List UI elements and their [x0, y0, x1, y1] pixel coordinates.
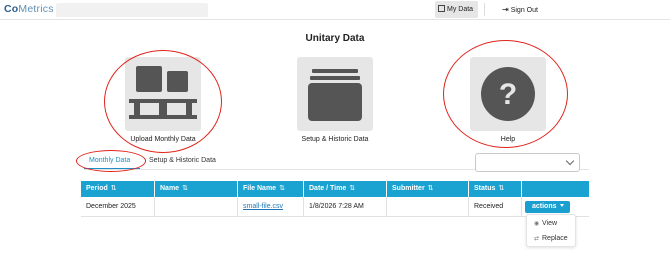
nav-divider: [484, 3, 485, 16]
highlight-ring-tab: [76, 150, 146, 172]
database-icon: [438, 5, 445, 12]
table-row: December 2025 small-file.csv 1/8/2026 7:…: [81, 197, 589, 217]
sort-icon: ⇅: [182, 185, 188, 192]
sort-icon: ⇅: [427, 185, 434, 192]
column-header-status[interactable]: Status ⇅: [469, 181, 522, 197]
top-bar: CoMetrics My Data ⇥ Sign Out: [0, 0, 670, 20]
tab-setup-historic-data[interactable]: Setup & Historic Data: [149, 157, 216, 164]
sign-out-icon: ⇥: [502, 5, 509, 14]
menu-item-replace[interactable]: ⇄ Replace: [534, 235, 568, 242]
nav-my-data-label: My Data: [447, 6, 474, 13]
filter-select[interactable]: [475, 153, 580, 172]
column-header-actions: [522, 181, 589, 197]
highlight-ring-upload: [104, 50, 222, 153]
cell-file-name: small-file.csv: [238, 197, 304, 217]
page-title: Unitary Data: [305, 33, 365, 44]
column-header-name[interactable]: Name ⇅: [155, 181, 238, 197]
cell-period: December 2025: [81, 197, 155, 217]
sort-icon: ⇅: [279, 185, 285, 192]
tile-label-setup: Setup & Historic Data: [301, 136, 369, 143]
highlight-ring-help: [443, 40, 568, 148]
table-header: Period ⇅ Name ⇅ File Name ⇅ Date / Time ⇅ Su…: [81, 181, 589, 197]
replace-icon: ⇄: [534, 236, 540, 242]
chevron-down-icon: [565, 156, 575, 166]
cell-status: Received: [469, 197, 522, 217]
actions-dropdown-button[interactable]: actions: [525, 201, 570, 213]
file-link[interactable]: small-file.csv: [243, 203, 283, 210]
actions-label: actions: [532, 203, 557, 210]
column-header-file-name[interactable]: File Name ⇅: [238, 181, 304, 197]
cell-name: [155, 197, 238, 217]
column-header-date-time[interactable]: Date / Time ⇅: [304, 181, 387, 197]
folder-stack-icon: [308, 69, 362, 121]
cell-date-time: 1/8/2026 7:28 AM: [304, 197, 387, 217]
nav-sign-out[interactable]: ⇥ Sign Out: [502, 1, 538, 18]
sort-icon: ⇅: [110, 185, 117, 192]
cell-submitter: [387, 197, 469, 217]
sort-icon: ⇅: [349, 185, 356, 192]
sort-icon: ⇅: [498, 185, 505, 192]
actions-menu: ◉ View ⇄ Replace: [526, 214, 576, 247]
menu-item-view[interactable]: ◉ View: [534, 220, 557, 227]
nav-sign-out-label: Sign Out: [510, 7, 538, 14]
eye-icon: ◉: [534, 221, 540, 227]
setup-historic-data-tile[interactable]: [297, 57, 373, 131]
column-header-submitter[interactable]: Submitter ⇅: [387, 181, 469, 197]
column-header-period[interactable]: Period ⇅: [81, 181, 155, 197]
caret-down-icon: [559, 204, 564, 207]
top-bar-placeholder: [56, 3, 208, 17]
app-logo[interactable]: CoMetrics: [4, 3, 54, 15]
nav-my-data[interactable]: My Data: [435, 1, 478, 18]
